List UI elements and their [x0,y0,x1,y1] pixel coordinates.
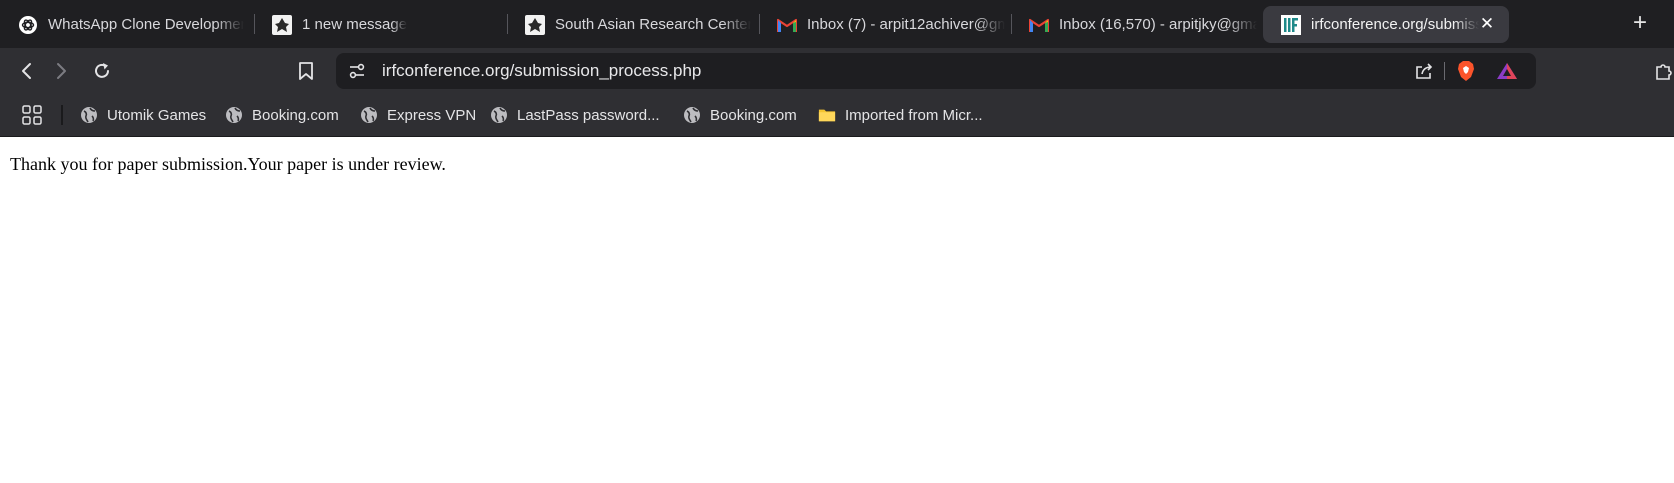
tab-title: WhatsApp Clone Development [48,16,244,33]
bookmark-label: Booking.com [710,106,797,124]
brave-shields-icon[interactable] [1456,60,1476,87]
folder-icon [818,106,836,124]
tab-title: irfconference.org/submissio [1311,16,1479,33]
bookmark-label: Express VPN [387,106,477,124]
globe-icon [360,106,378,124]
new-tab-button[interactable]: + [1626,10,1654,38]
reload-icon [95,63,109,78]
globe-icon [225,106,243,124]
globe-icon [490,106,508,124]
bookmark-label: LastPass password... [517,106,660,124]
emblem-icon [272,14,292,35]
site-settings-icon[interactable] [348,62,366,85]
tab-title: Inbox (7) - arpit12achiver@gma [807,16,1005,33]
bookmark-icon [299,62,313,80]
bookmark-label: Imported from Micr... [845,106,983,124]
submission-confirmation-message: Thank you for paper submission.Your pape… [10,154,446,174]
gmail-icon [1029,15,1049,35]
forward-arrow-icon [57,63,66,79]
bookmark-booking-com[interactable]: Booking.com [225,94,339,136]
omnibox-divider [1444,62,1445,80]
reload-button[interactable] [88,57,116,85]
share-icon[interactable] [1414,61,1434,86]
tab-whatsapp-clone[interactable]: WhatsApp Clone Development [0,6,254,43]
tab-new-message[interactable]: 1 new message [254,6,504,43]
emblem-icon [525,14,545,35]
bookmark-button[interactable] [292,57,320,85]
puzzle-icon [1656,64,1672,80]
bookmarks-divider [61,105,63,125]
tab-strip: WhatsApp Clone Development 1 new message… [0,0,1674,48]
apps-button[interactable] [22,94,42,136]
tab-inbox-arpit12achiver[interactable]: Inbox (7) - arpit12achiver@gma [759,6,1011,43]
back-arrow-icon [22,63,31,79]
chatgpt-icon [18,15,38,35]
toolbar: irfconference.org/submission_process.php [0,48,1674,94]
bookmark-lastpass[interactable]: LastPass password... [490,94,660,136]
extensions-button[interactable] [1650,57,1674,85]
bookmark-utomik-games[interactable]: Utomik Games [80,94,206,136]
address-bar[interactable]: irfconference.org/submission_process.php [336,53,1536,89]
bookmark-label: Booking.com [252,106,339,124]
tab-title: Inbox (16,570) - arpitjky@gmail [1059,16,1257,33]
apps-grid-icon [22,105,42,125]
bookmarks-bar: Utomik Games Booking.com Express VPN Las… [0,94,1674,137]
tab-title: 1 new message [302,16,408,33]
bookmark-booking-com-2[interactable]: Booking.com [683,94,797,136]
globe-icon [683,106,701,124]
bookmark-label: Utomik Games [107,106,207,124]
gmail-icon [777,15,797,35]
bookmark-folder-imported[interactable]: Imported from Micr... [818,94,983,136]
tab-inbox-arpitjky[interactable]: Inbox (16,570) - arpitjky@gmail [1011,6,1263,43]
back-button[interactable] [13,57,41,85]
bookmark-express-vpn[interactable]: Express VPN [360,94,476,136]
url-text[interactable]: irfconference.org/submission_process.php [382,53,701,89]
irf-logo-icon [1281,14,1301,35]
tab-irfconference[interactable]: irfconference.org/submissio ✕ [1263,6,1509,43]
tab-title: South Asian Research Center (S [555,16,751,33]
brave-rewards-icon[interactable] [1496,61,1518,86]
globe-icon [80,106,98,124]
close-tab-icon[interactable]: ✕ [1477,14,1497,34]
tab-south-asian-research[interactable]: South Asian Research Center (S [507,6,759,43]
forward-button[interactable] [47,57,75,85]
